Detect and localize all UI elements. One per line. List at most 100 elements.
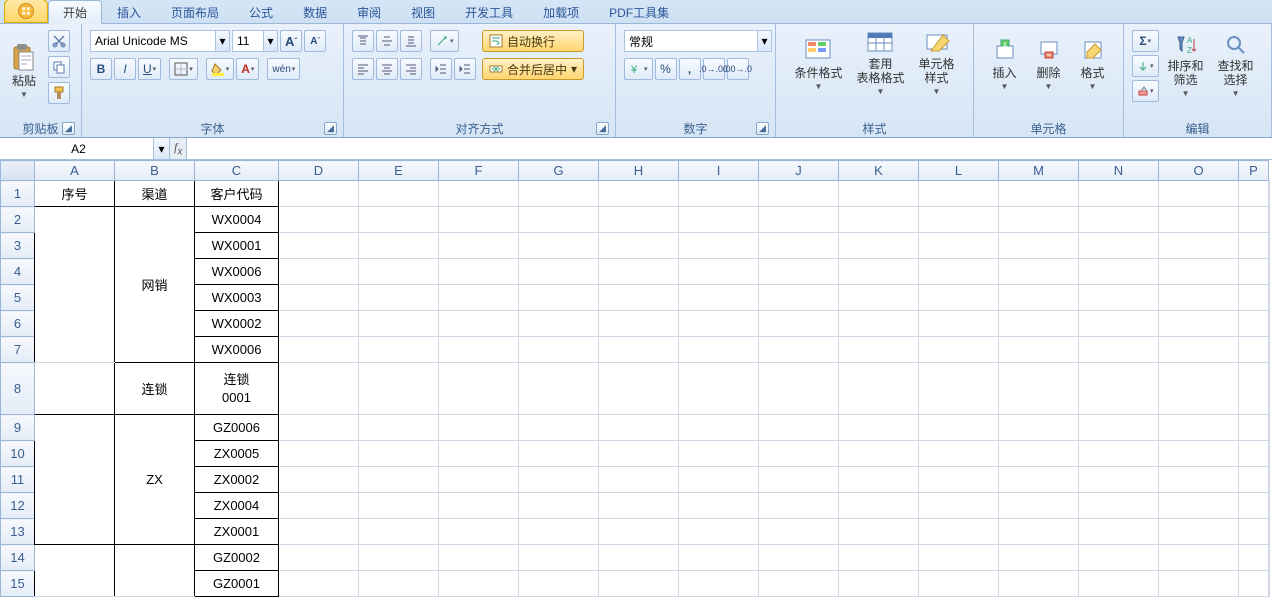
cell[interactable] <box>1239 441 1269 467</box>
decrease-decimal-button[interactable]: .00→.0 <box>727 58 749 80</box>
cell[interactable] <box>839 233 919 259</box>
cell[interactable] <box>999 545 1079 571</box>
cell[interactable] <box>439 207 519 233</box>
cell[interactable] <box>999 337 1079 363</box>
cell[interactable] <box>115 545 195 597</box>
dialog-launcher-icon[interactable]: ◢ <box>324 122 337 135</box>
cell[interactable] <box>839 311 919 337</box>
cell[interactable] <box>599 207 679 233</box>
row-header-13[interactable]: 13 <box>1 519 35 545</box>
cell[interactable] <box>1079 259 1159 285</box>
cell[interactable] <box>439 467 519 493</box>
row-header-15[interactable]: 15 <box>1 571 35 597</box>
cell[interactable] <box>999 311 1079 337</box>
row-header-14[interactable]: 14 <box>1 545 35 571</box>
cell[interactable] <box>599 441 679 467</box>
cell[interactable]: WX0006 <box>195 259 279 285</box>
cell[interactable] <box>839 493 919 519</box>
comma-button[interactable]: , <box>679 58 701 80</box>
cell[interactable] <box>919 311 999 337</box>
cell[interactable] <box>279 207 359 233</box>
cell[interactable] <box>1239 337 1269 363</box>
cell[interactable] <box>839 571 919 597</box>
cell[interactable] <box>1079 571 1159 597</box>
bold-button[interactable]: B <box>90 58 112 80</box>
phonetic-button[interactable]: wén▾ <box>267 58 300 80</box>
cell[interactable]: 渠道 <box>115 181 195 207</box>
underline-button[interactable]: U▾ <box>138 58 161 80</box>
orientation-button[interactable]: ▾ <box>430 30 459 52</box>
align-top-button[interactable] <box>352 30 374 52</box>
cell[interactable] <box>439 337 519 363</box>
cell[interactable] <box>279 285 359 311</box>
cell[interactable] <box>1079 285 1159 311</box>
cell[interactable] <box>919 207 999 233</box>
cell[interactable] <box>759 363 839 415</box>
cell[interactable] <box>1239 493 1269 519</box>
cell[interactable] <box>919 441 999 467</box>
col-header-K[interactable]: K <box>839 161 919 181</box>
cell[interactable] <box>679 519 759 545</box>
col-header-G[interactable]: G <box>519 161 599 181</box>
cell[interactable] <box>279 259 359 285</box>
cell[interactable] <box>599 181 679 207</box>
name-box[interactable]: A2 ▾ <box>0 138 170 159</box>
cell[interactable] <box>1159 285 1239 311</box>
cell[interactable] <box>1159 467 1239 493</box>
cell[interactable] <box>439 233 519 259</box>
cell[interactable] <box>999 571 1079 597</box>
cell[interactable] <box>1269 519 1270 545</box>
cell[interactable] <box>519 207 599 233</box>
cell[interactable] <box>999 207 1079 233</box>
cell[interactable] <box>519 519 599 545</box>
cell[interactable] <box>35 207 115 363</box>
cell[interactable] <box>759 519 839 545</box>
row-header-11[interactable]: 11 <box>1 467 35 493</box>
cell[interactable] <box>1159 259 1239 285</box>
insert-button[interactable]: 插入▼ <box>985 28 1025 98</box>
row-header-9[interactable]: 9 <box>1 415 35 441</box>
fx-icon[interactable]: fx <box>174 140 182 157</box>
cell[interactable] <box>35 545 115 597</box>
align-bottom-button[interactable] <box>400 30 422 52</box>
font-size-combo[interactable]: 11▾ <box>232 30 278 52</box>
cell[interactable]: ZX0002 <box>195 467 279 493</box>
cell[interactable] <box>279 467 359 493</box>
cell-styles-button[interactable]: 单元格 样式▼ <box>914 28 960 98</box>
cell[interactable] <box>679 181 759 207</box>
table-format-button[interactable]: 套用 表格格式▼ <box>851 28 909 98</box>
dialog-launcher-icon[interactable]: ◢ <box>62 122 75 135</box>
cell[interactable] <box>1159 493 1239 519</box>
cell[interactable] <box>1269 207 1270 233</box>
cell[interactable] <box>599 519 679 545</box>
cell[interactable] <box>759 311 839 337</box>
cell[interactable] <box>1269 233 1270 259</box>
cell[interactable] <box>1079 363 1159 415</box>
cell[interactable] <box>599 337 679 363</box>
cell[interactable]: 连锁0001 <box>195 363 279 415</box>
borders-button[interactable]: ▾ <box>169 58 198 80</box>
cell[interactable] <box>599 545 679 571</box>
row-header-8[interactable]: 8 <box>1 363 35 415</box>
cell[interactable] <box>519 181 599 207</box>
col-header-F[interactable]: F <box>439 161 519 181</box>
tab-数据[interactable]: 数据 <box>288 0 342 23</box>
cell[interactable] <box>1159 207 1239 233</box>
cell[interactable] <box>759 545 839 571</box>
cell[interactable] <box>1239 415 1269 441</box>
tab-审阅[interactable]: 审阅 <box>342 0 396 23</box>
align-center-button[interactable] <box>376 58 398 80</box>
cell[interactable] <box>759 337 839 363</box>
accounting-format-button[interactable]: ¥▾ <box>624 58 653 80</box>
align-left-button[interactable] <box>352 58 374 80</box>
cell[interactable] <box>679 311 759 337</box>
cell[interactable] <box>35 415 115 545</box>
italic-button[interactable]: I <box>114 58 136 80</box>
cell[interactable] <box>1269 259 1270 285</box>
cell[interactable] <box>439 259 519 285</box>
cell[interactable] <box>679 415 759 441</box>
cell[interactable] <box>919 467 999 493</box>
cell[interactable] <box>1159 181 1239 207</box>
cell[interactable] <box>359 467 439 493</box>
cell[interactable] <box>679 363 759 415</box>
